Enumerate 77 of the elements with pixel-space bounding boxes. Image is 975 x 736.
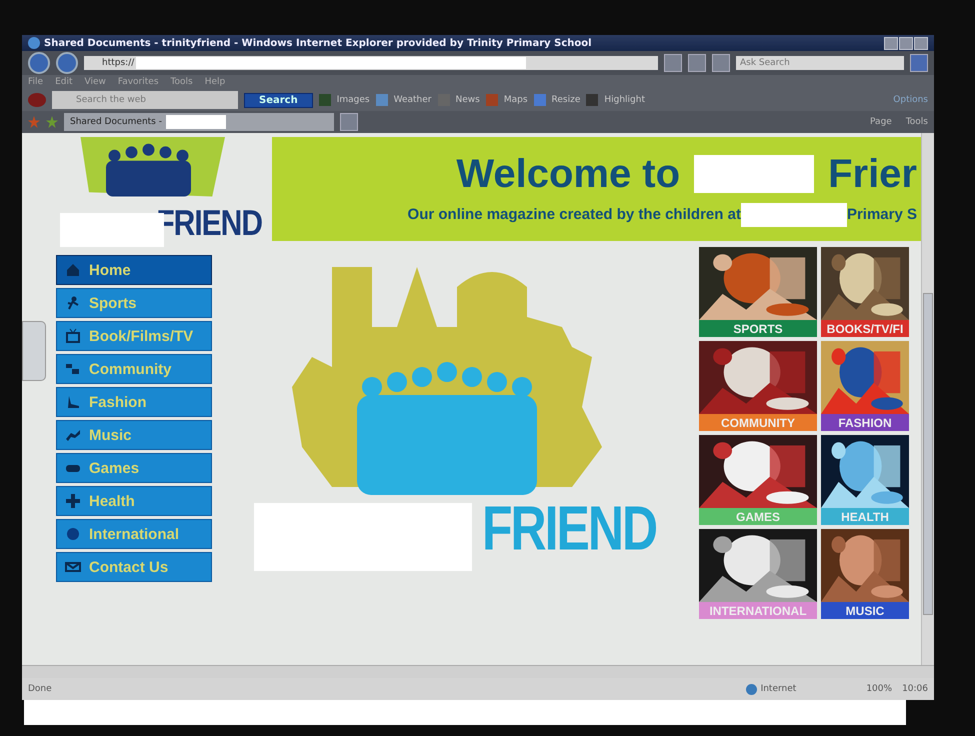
- close-button[interactable]: [914, 36, 928, 50]
- search-field[interactable]: Ask Search: [736, 56, 904, 70]
- toolbar-item[interactable]: Maps: [504, 95, 528, 105]
- tile-label[interactable]: GAMES: [699, 508, 817, 525]
- banner-subtitle: Primary S: [846, 206, 917, 223]
- tile-label[interactable]: COMMUNITY: [699, 414, 817, 431]
- menu-item[interactable]: View: [84, 77, 106, 87]
- back-button[interactable]: [28, 52, 50, 74]
- tile-label[interactable]: BOOKS/TV/FI: [821, 320, 909, 337]
- toolbar-icon[interactable]: [376, 94, 388, 106]
- nav-item[interactable]: Sports: [56, 288, 212, 318]
- nav-icon: [65, 295, 81, 311]
- menu-item[interactable]: Help: [204, 77, 226, 87]
- nav-icon: [65, 493, 81, 509]
- toolbar-item[interactable]: Highlight: [604, 95, 646, 105]
- nav-icon: [65, 526, 81, 542]
- toolbar-item[interactable]: Images: [336, 95, 370, 105]
- menu-item[interactable]: Tools: [170, 77, 193, 87]
- status-text: Done: [28, 684, 52, 694]
- sidebar-handle[interactable]: [22, 321, 46, 381]
- vertical-scrollbar[interactable]: [921, 133, 934, 665]
- zoom-control[interactable]: 100%: [866, 684, 892, 694]
- menu-item[interactable]: Favorites: [118, 77, 159, 87]
- options-button[interactable]: Options: [893, 95, 928, 105]
- banner-title: Frier: [828, 152, 917, 196]
- tile-label[interactable]: HEALTH: [821, 508, 909, 525]
- command-item[interactable]: Page: [870, 117, 892, 127]
- nav-icon: [65, 262, 81, 278]
- toolbar-item[interactable]: Resize: [552, 95, 580, 105]
- search-button[interactable]: Search: [244, 92, 313, 108]
- window-title: Shared Documents - trinityfriend - Windows Internet Explorer provided by Trinity Primary School: [44, 38, 592, 48]
- toolbar-icon[interactable]: [586, 94, 598, 106]
- ask-logo-icon: [28, 93, 46, 107]
- banner-subtitle: Our online magazine created by the children at: [408, 206, 741, 223]
- nav-item[interactable]: International: [56, 519, 212, 549]
- toolbar-icon[interactable]: [486, 94, 498, 106]
- browser-tab[interactable]: Shared Documents -: [64, 113, 334, 131]
- tile-label[interactable]: MUSIC: [821, 602, 909, 619]
- stop-button[interactable]: [712, 54, 730, 72]
- nav-item[interactable]: Contact Us: [56, 552, 212, 582]
- horizontal-scrollbar[interactable]: [22, 665, 934, 678]
- refresh-button[interactable]: [688, 54, 706, 72]
- nav-item[interactable]: Health: [56, 486, 212, 516]
- menu-item[interactable]: Edit: [55, 77, 72, 87]
- banner-title: Welcome to: [456, 152, 680, 196]
- tile-label[interactable]: INTERNATIONAL: [699, 602, 817, 619]
- maximize-button[interactable]: [899, 36, 913, 50]
- toolbar-icon[interactable]: [534, 94, 546, 106]
- nav-item[interactable]: Home: [56, 255, 212, 285]
- nav-icon: [65, 361, 81, 377]
- search-icon[interactable]: [910, 54, 928, 72]
- tile-label[interactable]: FASHION: [821, 414, 909, 431]
- nav-item[interactable]: Community: [56, 354, 212, 384]
- ie-icon: [28, 37, 40, 49]
- nav-item[interactable]: Games: [56, 453, 212, 483]
- nav-icon: [65, 328, 81, 344]
- address-field[interactable]: https://: [84, 56, 658, 70]
- logo-text: FRIEND: [482, 492, 656, 564]
- menu-item[interactable]: File: [28, 77, 44, 87]
- toolbar-icon[interactable]: [318, 94, 331, 106]
- nav-item[interactable]: Music: [56, 420, 212, 450]
- tile-label[interactable]: SPORTS: [699, 320, 817, 337]
- nav-item[interactable]: Book/Films/TV: [56, 321, 212, 351]
- toolbar-item[interactable]: Weather: [394, 95, 432, 105]
- nav-item[interactable]: Fashion: [56, 387, 212, 417]
- forward-button[interactable]: [56, 52, 78, 74]
- zone-text: Internet: [760, 684, 796, 694]
- redaction-block: [166, 115, 226, 129]
- nav-icon: [65, 559, 81, 575]
- toolbar-item[interactable]: News: [456, 95, 480, 105]
- command-item[interactable]: Tools: [906, 117, 928, 127]
- new-tab-button[interactable]: [340, 113, 358, 131]
- globe-icon: [746, 684, 757, 694]
- minimize-button[interactable]: [884, 36, 898, 50]
- clock-text: 10:06: [902, 684, 928, 694]
- web-search-field[interactable]: Search the web: [52, 91, 238, 109]
- nav-icon: [65, 394, 81, 410]
